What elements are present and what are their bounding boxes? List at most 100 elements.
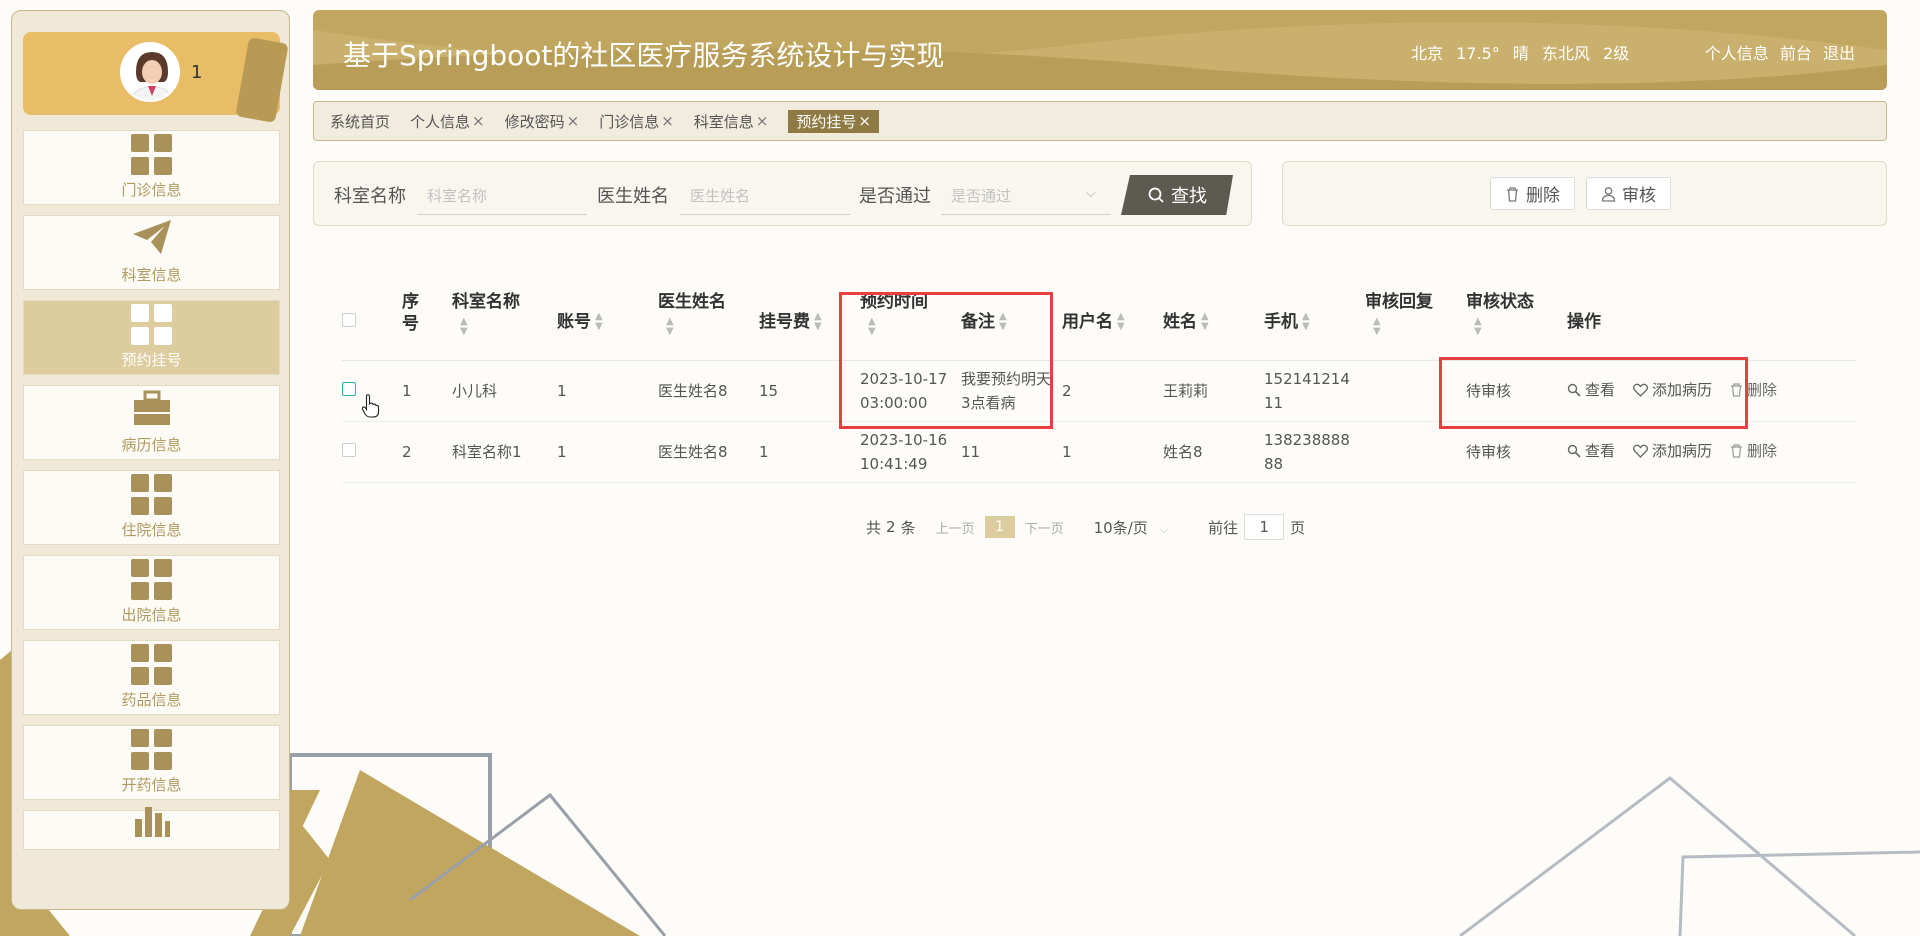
sort-icon[interactable]: ▲ ▼ bbox=[1201, 312, 1209, 332]
view-button[interactable]: 查看 bbox=[1567, 378, 1615, 402]
row-checkbox[interactable] bbox=[342, 381, 356, 396]
cell-name: 姓名8 bbox=[1163, 442, 1203, 461]
tab-label: 系统首页 bbox=[330, 112, 391, 131]
col-time[interactable]: 预约时间 bbox=[860, 292, 928, 312]
prev-page-button[interactable]: 上一页 bbox=[936, 518, 975, 537]
tab-label: 预约挂号 bbox=[796, 112, 857, 131]
page-size-select[interactable]: 10条/页 ⌵ bbox=[1094, 517, 1169, 538]
sidebar-item-6[interactable]: 药品信息 bbox=[23, 640, 280, 715]
user-card: 1 bbox=[23, 32, 289, 123]
cell-doctor: 医生姓名8 bbox=[658, 381, 728, 400]
sidebar-item-5[interactable]: 出院信息 bbox=[23, 555, 280, 630]
col-phone[interactable]: 手机 bbox=[1264, 312, 1298, 332]
close-icon[interactable]: × bbox=[661, 112, 674, 130]
sort-icon[interactable]: ▲ ▼ bbox=[460, 317, 557, 337]
review-button[interactable]: 审核 bbox=[1586, 177, 1671, 210]
avatar[interactable] bbox=[120, 42, 180, 102]
sidebar-item-0[interactable]: 门诊信息 bbox=[23, 130, 280, 205]
sort-icon[interactable]: ▲ ▼ bbox=[1474, 317, 1567, 337]
cell-time: 2023-10-17 03:00:00 bbox=[860, 369, 948, 412]
cell-time: 2023-10-16 10:41:49 bbox=[860, 430, 948, 473]
sort-icon[interactable]: ▲ ▼ bbox=[868, 317, 961, 337]
sidebar-item-3[interactable]: 病历信息 bbox=[23, 385, 280, 460]
paper-plane-icon bbox=[132, 220, 171, 254]
add-record-button[interactable]: 添加病历 bbox=[1633, 378, 1712, 402]
batch-delete-button[interactable]: 删除 bbox=[1490, 177, 1575, 210]
sort-icon[interactable]: ▲ ▼ bbox=[999, 312, 1007, 332]
grid-icon bbox=[131, 134, 172, 175]
hand-cursor-icon bbox=[361, 394, 380, 418]
sidebar-item-1[interactable]: 科室信息 bbox=[23, 215, 280, 290]
close-icon[interactable]: × bbox=[756, 112, 769, 130]
sidebar-item-8[interactable] bbox=[23, 807, 280, 850]
row-delete-label: 删除 bbox=[1747, 380, 1778, 399]
tab-0[interactable]: 系统首页 bbox=[330, 111, 390, 132]
weather-info: 北京 17.5° 晴 东北风 2级 bbox=[1411, 40, 1637, 64]
row-delete-button[interactable]: 删除 bbox=[1730, 378, 1777, 402]
appointment-table: 序号 科室名称 ▲ ▼ 账号 ▲ ▼ 医生姓名 ▲ ▼ 挂号费 ▲ ▼ 预约时间 ▲ ▼ 备注 ▲ ▼ … bbox=[342, 281, 1856, 483]
grid-icon bbox=[131, 729, 172, 770]
add-record-label: 添加病历 bbox=[1652, 380, 1713, 399]
col-account[interactable]: 账号 bbox=[557, 312, 591, 332]
batch-delete-label: 删除 bbox=[1526, 186, 1560, 206]
goto-page-input[interactable] bbox=[1244, 514, 1285, 540]
sidebar-item-7[interactable]: 开药信息 bbox=[23, 725, 280, 800]
tab-2[interactable]: 修改密码 × bbox=[505, 111, 580, 132]
cell-name: 王莉莉 bbox=[1163, 381, 1209, 400]
grid-icon bbox=[131, 304, 172, 345]
close-icon[interactable]: × bbox=[567, 112, 580, 130]
cell-dept: 小儿科 bbox=[452, 381, 498, 400]
page-title: 基于Springboot的社区医疗服务系统设计与实现 bbox=[343, 39, 945, 72]
col-status[interactable]: 审核状态 bbox=[1466, 292, 1534, 312]
cell-status: 待审核 bbox=[1466, 381, 1512, 400]
sort-icon[interactable]: ▲ ▼ bbox=[1373, 317, 1466, 337]
col-reply[interactable]: 审核回复 bbox=[1365, 292, 1433, 312]
view-button[interactable]: 查看 bbox=[1567, 439, 1615, 463]
header-links: 个人信息 前台 退出 bbox=[1699, 40, 1855, 64]
next-page-button[interactable]: 下一页 bbox=[1025, 518, 1064, 537]
row-delete-button[interactable]: 删除 bbox=[1730, 439, 1777, 463]
col-name[interactable]: 姓名 bbox=[1163, 312, 1197, 332]
table-row: 2 科室名称1 1 医生姓名8 1 2023-10-16 10:41:49 11 1 姓名8 13… bbox=[342, 421, 1856, 483]
tab-4[interactable]: 科室信息 × bbox=[694, 111, 769, 132]
sidebar-item-icon bbox=[131, 134, 172, 175]
sidebar-item-label: 病历信息 bbox=[121, 436, 182, 454]
profile-link[interactable]: 个人信息 bbox=[1705, 44, 1769, 63]
col-dept[interactable]: 科室名称 bbox=[452, 292, 520, 312]
sort-icon[interactable]: ▲ ▼ bbox=[666, 317, 759, 337]
weather-wind: 东北风 bbox=[1541, 44, 1590, 63]
col-doctor[interactable]: 医生姓名 bbox=[658, 292, 726, 312]
tab-3[interactable]: 门诊信息 × bbox=[599, 111, 674, 132]
cell-fee: 1 bbox=[759, 442, 769, 461]
sort-icon[interactable]: ▲ ▼ bbox=[1302, 312, 1310, 332]
add-record-button[interactable]: 添加病历 bbox=[1633, 439, 1712, 463]
search-button[interactable]: 查找 bbox=[1121, 175, 1233, 215]
col-username[interactable]: 用户名 bbox=[1062, 312, 1113, 332]
cell-no: 2 bbox=[402, 442, 412, 461]
close-icon[interactable]: × bbox=[472, 112, 485, 130]
page-number[interactable]: 1 bbox=[984, 516, 1015, 538]
frontend-link[interactable]: 前台 bbox=[1780, 44, 1812, 63]
sort-icon[interactable]: ▲ ▼ bbox=[1117, 312, 1125, 332]
logout-link[interactable]: 退出 bbox=[1823, 44, 1855, 63]
tab-5[interactable]: 预约挂号 × bbox=[788, 109, 879, 133]
cell-account: 1 bbox=[557, 442, 567, 461]
close-icon[interactable]: × bbox=[858, 112, 871, 130]
select-all-checkbox[interactable] bbox=[342, 313, 356, 327]
col-note[interactable]: 备注 bbox=[961, 312, 995, 332]
doctor-search-input[interactable] bbox=[680, 177, 850, 215]
total-suffix: 条 bbox=[900, 518, 916, 537]
sidebar-item-icon bbox=[131, 644, 172, 685]
weather-level: 2级 bbox=[1603, 44, 1630, 63]
tab-1[interactable]: 个人信息 × bbox=[410, 111, 485, 132]
col-fee[interactable]: 挂号费 bbox=[759, 312, 810, 332]
sidebar-item-icon bbox=[132, 390, 172, 430]
sidebar-item-4[interactable]: 住院信息 bbox=[23, 470, 280, 545]
row-checkbox[interactable] bbox=[342, 442, 356, 457]
sort-icon[interactable]: ▲ ▼ bbox=[595, 312, 603, 332]
dept-search-input[interactable] bbox=[417, 177, 587, 215]
sort-icon[interactable]: ▲ ▼ bbox=[814, 312, 822, 332]
chevron-down-icon: ⌵ bbox=[1159, 522, 1169, 536]
search-icon bbox=[1567, 444, 1581, 458]
sidebar-item-2[interactable]: 预约挂号 bbox=[23, 300, 280, 375]
